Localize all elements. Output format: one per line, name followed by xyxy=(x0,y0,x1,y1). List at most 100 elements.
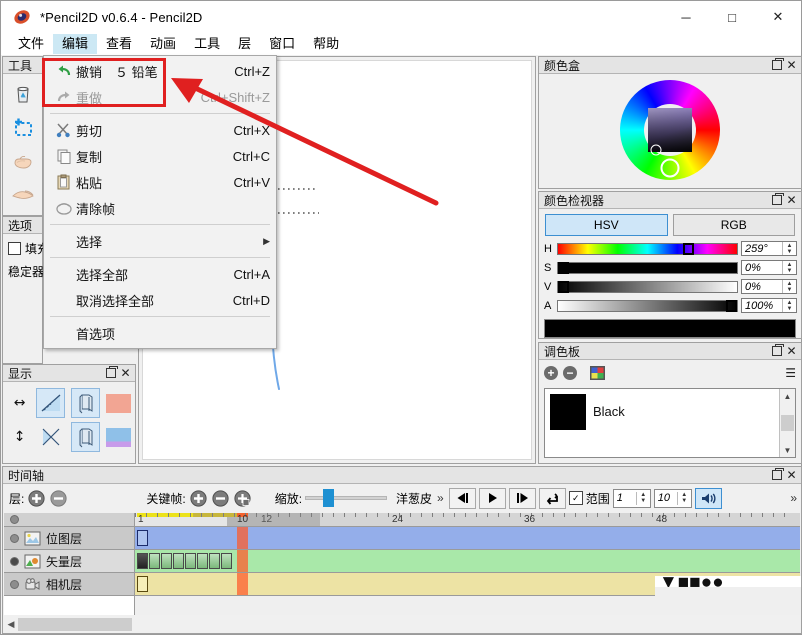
next-frame-button[interactable] xyxy=(508,487,536,509)
hscroll-thumb[interactable] xyxy=(18,617,132,631)
spinner-arrows-icon[interactable]: ▲ ▼ xyxy=(635,491,650,505)
menu-tools[interactable]: 工具 xyxy=(185,34,229,54)
select-tool-button[interactable] xyxy=(8,113,38,143)
loop-button[interactable] xyxy=(538,487,566,509)
range-start-spinbox[interactable]: 1 ▲ ▼ xyxy=(612,488,651,508)
spinner-arrows-icon[interactable]: ▲ ▼ xyxy=(676,491,691,505)
close-icon[interactable]: ✕ xyxy=(785,345,798,358)
minus-icon[interactable]: − xyxy=(563,366,577,380)
menu-layer[interactable]: 层 xyxy=(229,34,260,54)
menu-file[interactable]: 文件 xyxy=(9,34,53,54)
close-button[interactable]: ✕ xyxy=(755,1,801,33)
menu-edit[interactable]: 编辑 xyxy=(53,34,98,54)
spinner-arrows-icon[interactable]: ▲ ▼ xyxy=(782,242,796,255)
float-icon[interactable] xyxy=(770,344,784,358)
plus-icon[interactable]: + xyxy=(544,366,558,380)
close-icon[interactable]: ✕ xyxy=(119,367,132,380)
menu-item-preferences[interactable]: 首选项 xyxy=(44,320,276,346)
timeline-overflow-chevron[interactable]: » xyxy=(788,491,799,505)
onion-skin-label[interactable]: 洋葱皮 xyxy=(396,490,432,507)
timeline-ruler[interactable]: 1 10 12 24 36 48 xyxy=(135,513,800,527)
close-icon[interactable]: ✕ xyxy=(785,469,798,482)
float-icon[interactable] xyxy=(770,468,784,482)
color-swatch[interactable] xyxy=(550,394,586,430)
palette-scrollbar[interactable]: ▲ ▼ xyxy=(779,389,795,457)
layer-visibility-toggle[interactable] xyxy=(10,556,19,566)
stabilizer-option-row[interactable]: 稳定器 xyxy=(3,257,44,280)
value-spinbox[interactable]: 0% ▲ ▼ xyxy=(741,279,797,294)
layer-visibility-toggle[interactable] xyxy=(10,533,19,543)
hsv-mode-button[interactable]: HSV xyxy=(545,214,668,236)
menu-item-copy[interactable]: 复制 Ctrl+C xyxy=(44,143,276,169)
play-button[interactable] xyxy=(478,487,506,509)
timeline-hscrollbar[interactable]: ◀ xyxy=(4,616,800,632)
vertical-overlay-button[interactable] xyxy=(71,422,100,452)
menu-item-deselect-all[interactable]: 取消选择全部 Ctrl+D xyxy=(44,287,276,313)
close-icon[interactable]: ✕ xyxy=(785,59,798,72)
onion-overflow-chevron[interactable]: » xyxy=(435,491,446,505)
list-options-icon[interactable]: ☰ xyxy=(785,367,796,379)
remove-layer-icon[interactable] xyxy=(49,489,68,508)
menu-item-select[interactable]: 选择 ▶ xyxy=(44,228,276,254)
spinner-arrows-icon[interactable]: ▲ ▼ xyxy=(782,280,796,293)
scroll-thumb[interactable] xyxy=(781,415,794,431)
menu-animation[interactable]: 动画 xyxy=(141,34,185,54)
saturation-spinbox[interactable]: 0% ▲ ▼ xyxy=(741,260,797,275)
horizontal-color-swatch[interactable] xyxy=(106,393,131,413)
sv-cursor[interactable] xyxy=(650,144,662,156)
horizontal-overlay-button[interactable] xyxy=(71,388,100,418)
spinner-arrows-icon[interactable]: ▲ ▼ xyxy=(782,299,796,312)
range-end-spinbox[interactable]: 10 ▲ ▼ xyxy=(653,488,692,508)
palette-picker-icon[interactable] xyxy=(590,366,605,380)
menu-help[interactable]: 帮助 xyxy=(304,34,348,54)
vertical-color-swatch[interactable] xyxy=(106,427,131,447)
prev-frame-button[interactable] xyxy=(448,487,476,509)
add-layer-icon[interactable] xyxy=(27,489,46,508)
float-icon[interactable] xyxy=(770,58,784,72)
close-icon[interactable]: ✕ xyxy=(785,194,798,207)
sound-toggle-button[interactable] xyxy=(694,487,722,509)
eraser-tool-button[interactable] xyxy=(8,80,38,110)
fill-option-row[interactable]: 填充 xyxy=(3,234,49,257)
hue-cursor[interactable] xyxy=(660,158,680,178)
saturation-slider[interactable] xyxy=(557,261,738,274)
menu-window[interactable]: 窗口 xyxy=(260,34,304,54)
value-slider[interactable] xyxy=(557,280,738,293)
add-keyframe-icon[interactable] xyxy=(189,489,208,508)
scroll-left-icon[interactable]: ◀ xyxy=(4,619,18,630)
fill-checkbox[interactable] xyxy=(8,242,21,255)
scroll-down-icon[interactable]: ▼ xyxy=(784,443,792,457)
layer-row-camera[interactable]: 相机层 xyxy=(4,573,134,596)
hue-slider[interactable] xyxy=(557,242,738,255)
smudge-tool-button[interactable] xyxy=(8,179,38,209)
palette-color-list[interactable]: Black ▲ ▼ xyxy=(544,388,796,458)
range-checkbox[interactable]: ✓ xyxy=(568,491,583,505)
menu-item-cut[interactable]: 剪切 Ctrl+X xyxy=(44,117,276,143)
track-row-bitmap[interactable] xyxy=(135,527,800,550)
layer-visibility-toggle[interactable] xyxy=(10,579,19,589)
track-row-vector[interactable] xyxy=(135,550,800,573)
zoom-slider[interactable] xyxy=(305,489,388,507)
scroll-up-icon[interactable]: ▲ xyxy=(784,389,792,403)
minimize-button[interactable]: ─ xyxy=(663,1,709,33)
layer-row-vector[interactable]: 矢量层 xyxy=(4,550,134,573)
menu-item-paste[interactable]: 粘贴 Ctrl+V xyxy=(44,169,276,195)
maximize-button[interactable]: □ xyxy=(709,1,755,33)
menu-view[interactable]: 查看 xyxy=(97,34,141,54)
menu-item-select-all[interactable]: 选择全部 Ctrl+A xyxy=(44,261,276,287)
horizontal-perspective-button[interactable] xyxy=(36,388,66,418)
duplicate-keyframe-icon[interactable] xyxy=(233,489,252,508)
menu-item-clear-frame[interactable]: 清除帧 xyxy=(44,195,276,221)
color-wheel[interactable] xyxy=(620,80,720,180)
visibility-toggle-all-icon[interactable] xyxy=(10,515,19,524)
layer-row-bitmap[interactable]: 位图层 xyxy=(4,527,134,550)
vertical-perspective-button[interactable] xyxy=(36,422,65,452)
hue-spinbox[interactable]: 259° ▲ ▼ xyxy=(741,241,797,256)
remove-keyframe-icon[interactable] xyxy=(211,489,230,508)
alpha-spinbox[interactable]: 100% ▲ ▼ xyxy=(741,298,797,313)
spinner-arrows-icon[interactable]: ▲ ▼ xyxy=(782,261,796,274)
alpha-slider[interactable] xyxy=(557,299,738,312)
hand-tool-button[interactable] xyxy=(8,146,38,176)
rgb-mode-button[interactable]: RGB xyxy=(672,214,795,236)
float-icon[interactable] xyxy=(104,366,118,380)
